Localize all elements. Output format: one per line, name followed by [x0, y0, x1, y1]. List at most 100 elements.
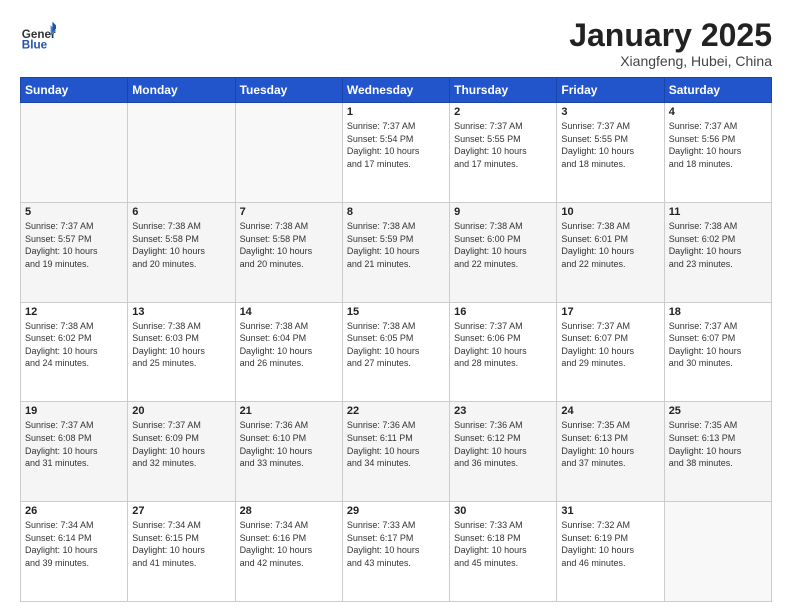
- calendar-cell: 14 Sunrise: 7:38 AM Sunset: 6:04 PM Dayli…: [235, 302, 342, 402]
- day-info: Sunrise: 7:34 AM Sunset: 6:15 PM Dayligh…: [132, 519, 230, 569]
- day-number: 13: [132, 306, 230, 318]
- calendar-cell: 12Sunrise: 7:38 AM Sunset: 6:02 PM Dayli…: [21, 302, 128, 402]
- calendar-table: Sunday Monday Tuesday Wednesday Thursday…: [20, 77, 772, 602]
- svg-text:Blue: Blue: [22, 39, 48, 52]
- day-number: 16: [454, 306, 552, 318]
- week-row-1: 1Sunrise: 7:37 AM Sunset: 5:54 PM Daylig…: [21, 103, 772, 203]
- day-info: Sunrise: 7:33 AM Sunset: 6:18 PM Dayligh…: [454, 519, 552, 569]
- calendar-cell: 28 Sunrise: 7:34 AM Sunset: 6:16 PM Dayli…: [235, 502, 342, 602]
- week-row-2: 5Sunrise: 7:37 AM Sunset: 5:57 PM Daylig…: [21, 202, 772, 302]
- day-info: Sunrise: 7:35 AM Sunset: 6:13 PM Dayligh…: [669, 419, 767, 469]
- logo: General Blue: [20, 18, 56, 54]
- day-info: Sunrise: 7:37 AM Sunset: 6:07 PM Dayligh…: [561, 320, 659, 370]
- header-friday: Friday: [557, 78, 664, 103]
- calendar-cell: 15 Sunrise: 7:38 AM Sunset: 6:05 PM Dayli…: [342, 302, 449, 402]
- calendar-cell: 11 Sunrise: 7:38 AM Sunset: 6:02 PM Dayli…: [664, 202, 771, 302]
- day-info: Sunrise: 7:38 AM Sunset: 6:05 PM Dayligh…: [347, 320, 445, 370]
- calendar-cell: 25 Sunrise: 7:35 AM Sunset: 6:13 PM Dayli…: [664, 402, 771, 502]
- day-info: Sunrise: 7:38 AM Sunset: 5:58 PM Dayligh…: [132, 220, 230, 270]
- calendar-cell: 5Sunrise: 7:37 AM Sunset: 5:57 PM Daylig…: [21, 202, 128, 302]
- header: General Blue January 2025 Xiangfeng, Hub…: [20, 18, 772, 69]
- month-title: January 2025: [569, 18, 772, 53]
- calendar-cell: [21, 103, 128, 203]
- calendar-cell: 7Sunrise: 7:38 AM Sunset: 5:58 PM Daylig…: [235, 202, 342, 302]
- day-number: 5: [25, 206, 123, 218]
- day-number: 23: [454, 405, 552, 417]
- day-info: Sunrise: 7:37 AM Sunset: 6:09 PM Dayligh…: [132, 419, 230, 469]
- day-number: 11: [669, 206, 767, 218]
- weekday-header-row: Sunday Monday Tuesday Wednesday Thursday…: [21, 78, 772, 103]
- header-wednesday: Wednesday: [342, 78, 449, 103]
- day-info: Sunrise: 7:38 AM Sunset: 6:03 PM Dayligh…: [132, 320, 230, 370]
- day-info: Sunrise: 7:37 AM Sunset: 6:08 PM Dayligh…: [25, 419, 123, 469]
- day-info: Sunrise: 7:37 AM Sunset: 5:56 PM Dayligh…: [669, 120, 767, 170]
- day-number: 18: [669, 306, 767, 318]
- day-info: Sunrise: 7:38 AM Sunset: 6:04 PM Dayligh…: [240, 320, 338, 370]
- calendar-cell: 16 Sunrise: 7:37 AM Sunset: 6:06 PM Dayli…: [450, 302, 557, 402]
- day-number: 25: [669, 405, 767, 417]
- calendar-cell: 13 Sunrise: 7:38 AM Sunset: 6:03 PM Dayli…: [128, 302, 235, 402]
- day-info: Sunrise: 7:38 AM Sunset: 5:59 PM Dayligh…: [347, 220, 445, 270]
- day-number: 29: [347, 505, 445, 517]
- day-number: 30: [454, 505, 552, 517]
- calendar-cell: 3 Sunrise: 7:37 AM Sunset: 5:55 PM Daylig…: [557, 103, 664, 203]
- day-info: Sunrise: 7:38 AM Sunset: 5:58 PM Dayligh…: [240, 220, 338, 270]
- day-number: 31: [561, 505, 659, 517]
- day-info: Sunrise: 7:36 AM Sunset: 6:10 PM Dayligh…: [240, 419, 338, 469]
- calendar-cell: 2 Sunrise: 7:37 AM Sunset: 5:55 PM Daylig…: [450, 103, 557, 203]
- day-info: Sunrise: 7:33 AM Sunset: 6:17 PM Dayligh…: [347, 519, 445, 569]
- day-info: Sunrise: 7:34 AM Sunset: 6:16 PM Dayligh…: [240, 519, 338, 569]
- day-number: 3: [561, 106, 659, 118]
- calendar-cell: 6 Sunrise: 7:38 AM Sunset: 5:58 PM Daylig…: [128, 202, 235, 302]
- week-row-3: 12Sunrise: 7:38 AM Sunset: 6:02 PM Dayli…: [21, 302, 772, 402]
- day-number: 15: [347, 306, 445, 318]
- day-info: Sunrise: 7:32 AM Sunset: 6:19 PM Dayligh…: [561, 519, 659, 569]
- calendar-cell: 18 Sunrise: 7:37 AM Sunset: 6:07 PM Dayli…: [664, 302, 771, 402]
- day-number: 27: [132, 505, 230, 517]
- day-info: Sunrise: 7:36 AM Sunset: 6:11 PM Dayligh…: [347, 419, 445, 469]
- day-number: 24: [561, 405, 659, 417]
- day-number: 10: [561, 206, 659, 218]
- calendar-cell: 4 Sunrise: 7:37 AM Sunset: 5:56 PM Daylig…: [664, 103, 771, 203]
- calendar-cell: 27 Sunrise: 7:34 AM Sunset: 6:15 PM Dayli…: [128, 502, 235, 602]
- header-monday: Monday: [128, 78, 235, 103]
- day-info: Sunrise: 7:38 AM Sunset: 6:02 PM Dayligh…: [669, 220, 767, 270]
- calendar-cell: 8 Sunrise: 7:38 AM Sunset: 5:59 PM Daylig…: [342, 202, 449, 302]
- day-info: Sunrise: 7:37 AM Sunset: 5:55 PM Dayligh…: [454, 120, 552, 170]
- header-thursday: Thursday: [450, 78, 557, 103]
- title-block: January 2025 Xiangfeng, Hubei, China: [569, 18, 772, 69]
- day-info: Sunrise: 7:38 AM Sunset: 6:02 PM Dayligh…: [25, 320, 123, 370]
- calendar-cell: [235, 103, 342, 203]
- calendar-cell: 20Sunrise: 7:37 AM Sunset: 6:09 PM Dayli…: [128, 402, 235, 502]
- day-number: 17: [561, 306, 659, 318]
- calendar-cell: 26Sunrise: 7:34 AM Sunset: 6:14 PM Dayli…: [21, 502, 128, 602]
- day-info: Sunrise: 7:35 AM Sunset: 6:13 PM Dayligh…: [561, 419, 659, 469]
- week-row-4: 19 Sunrise: 7:37 AM Sunset: 6:08 PM Dayli…: [21, 402, 772, 502]
- day-number: 28: [240, 505, 338, 517]
- logo-icon: General Blue: [20, 18, 56, 54]
- calendar-cell: 17 Sunrise: 7:37 AM Sunset: 6:07 PM Dayli…: [557, 302, 664, 402]
- day-info: Sunrise: 7:37 AM Sunset: 6:07 PM Dayligh…: [669, 320, 767, 370]
- calendar-cell: 1Sunrise: 7:37 AM Sunset: 5:54 PM Daylig…: [342, 103, 449, 203]
- day-number: 6: [132, 206, 230, 218]
- day-number: 14: [240, 306, 338, 318]
- day-number: 4: [669, 106, 767, 118]
- calendar-cell: 31 Sunrise: 7:32 AM Sunset: 6:19 PM Dayli…: [557, 502, 664, 602]
- calendar-cell: [128, 103, 235, 203]
- day-number: 21: [240, 405, 338, 417]
- day-info: Sunrise: 7:37 AM Sunset: 5:55 PM Dayligh…: [561, 120, 659, 170]
- day-info: Sunrise: 7:36 AM Sunset: 6:12 PM Dayligh…: [454, 419, 552, 469]
- day-number: 19: [25, 405, 123, 417]
- calendar-cell: [664, 502, 771, 602]
- day-info: Sunrise: 7:37 AM Sunset: 6:06 PM Dayligh…: [454, 320, 552, 370]
- header-saturday: Saturday: [664, 78, 771, 103]
- day-number: 8: [347, 206, 445, 218]
- header-sunday: Sunday: [21, 78, 128, 103]
- calendar-cell: 21 Sunrise: 7:36 AM Sunset: 6:10 PM Dayli…: [235, 402, 342, 502]
- header-tuesday: Tuesday: [235, 78, 342, 103]
- week-row-5: 26Sunrise: 7:34 AM Sunset: 6:14 PM Dayli…: [21, 502, 772, 602]
- day-info: Sunrise: 7:38 AM Sunset: 6:00 PM Dayligh…: [454, 220, 552, 270]
- calendar-cell: 29 Sunrise: 7:33 AM Sunset: 6:17 PM Dayli…: [342, 502, 449, 602]
- calendar-cell: 30 Sunrise: 7:33 AM Sunset: 6:18 PM Dayli…: [450, 502, 557, 602]
- day-number: 2: [454, 106, 552, 118]
